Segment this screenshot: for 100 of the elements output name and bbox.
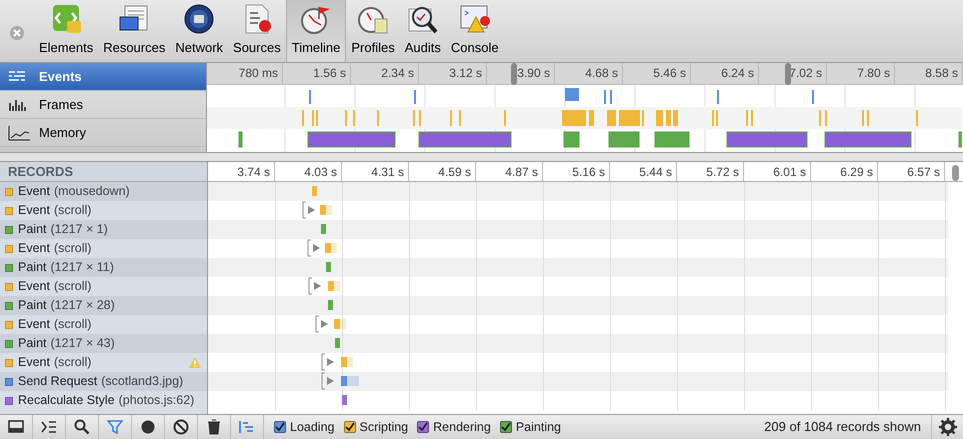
panel-tab[interactable]: Timeline: [286, 0, 346, 62]
trash-icon: [206, 419, 222, 435]
record-detail: (mousedown): [54, 183, 130, 200]
record-detail: (scroll): [54, 316, 92, 334]
globe-icon: [182, 3, 216, 35]
record-name: Paint: [18, 221, 46, 238]
records-count: 209 of 1084 records shown: [764, 418, 921, 436]
ruler-label: 6.57 s: [878, 162, 945, 181]
checkmark-icon: [500, 422, 511, 432]
panel-tab[interactable]: Network: [170, 0, 228, 62]
ruler-label: 8.58 s: [895, 63, 963, 84]
record-bar: [335, 338, 340, 348]
record-detail: (1217 × 1): [50, 221, 108, 238]
ruler-label: 780 ms: [215, 63, 283, 84]
record-detail: (scotland3.jpg): [101, 373, 184, 390]
record-detail: (photos.js:62): [118, 392, 194, 410]
search-icon: [74, 419, 90, 435]
category-checkbox[interactable]: Scripting: [344, 418, 408, 436]
expand-arrow-icon[interactable]: [322, 354, 334, 370]
record-bar: [328, 281, 340, 291]
record-name: Event: [18, 183, 50, 200]
ruler-label: 3.74 s: [208, 162, 275, 181]
expand-arrow-icon[interactable]: [322, 372, 334, 390]
record-detail: (scroll): [54, 240, 92, 258]
glue-icon: [239, 419, 255, 435]
ruler-label: 4.03 s: [275, 162, 342, 181]
clear-icon: [173, 419, 189, 435]
record-icon: [140, 419, 156, 435]
panel-tab[interactable]: Console: [446, 0, 504, 62]
checkmark-icon: [275, 422, 285, 432]
overview-mode-item[interactable]: Memory: [0, 119, 206, 147]
records-heading: RECORDS: [0, 162, 207, 182]
panel-tab[interactable]: Resources: [98, 0, 170, 62]
record-detail: (1217 × 43): [50, 335, 115, 352]
expand-arrow-icon[interactable]: [308, 240, 320, 256]
panel-tab[interactable]: Profiles: [346, 0, 400, 62]
ruler-label: 4.87 s: [476, 162, 543, 181]
ruler-label: 4.68 s: [555, 63, 623, 84]
ruler-label: 6.01 s: [744, 162, 811, 181]
record-bar: [325, 243, 337, 253]
record-name: Event: [18, 202, 50, 220]
ruler-label: 5.72 s: [677, 162, 744, 181]
record-bar: [341, 376, 359, 386]
ruler-label: 3.12 s: [419, 63, 487, 84]
expand-arrow-icon[interactable]: [302, 202, 315, 218]
window-handle[interactable]: [785, 63, 791, 85]
checkmark-icon: [418, 422, 428, 432]
ruler-label: 5.46 s: [623, 63, 691, 84]
splitter-bar[interactable]: [0, 153, 963, 162]
record-name: Event: [18, 240, 50, 258]
category-checkbox[interactable]: Rendering: [417, 418, 491, 436]
record-detail: (scroll): [54, 354, 92, 372]
window-handle[interactable]: [511, 63, 517, 85]
panel-tab[interactable]: Sources: [228, 0, 286, 62]
record-name: Send Request: [18, 373, 98, 390]
checkmark-icon: [344, 422, 354, 432]
record-bar: [334, 319, 346, 329]
ruler-label: 7.80 s: [827, 63, 895, 84]
record-name: Paint: [18, 297, 46, 314]
ruler-label: 2.34 s: [351, 63, 419, 84]
panel-tab[interactable]: Audits: [400, 0, 446, 62]
record-name: Event: [18, 278, 50, 296]
record-bar: [342, 395, 347, 405]
ruler-label: 1.56 s: [283, 63, 351, 84]
expand-arrow-icon[interactable]: [316, 316, 328, 332]
record-name: Event: [18, 316, 50, 334]
filter-icon: [107, 419, 123, 435]
record-detail: (scroll): [54, 202, 92, 220]
record-bar: [321, 224, 326, 234]
ruler-label: 6.24 s: [691, 63, 759, 84]
record-name: Paint: [18, 335, 46, 352]
console-warning-icon: [458, 3, 492, 35]
record-detail: (1217 × 11): [50, 259, 114, 276]
settings-icon: [938, 418, 956, 436]
record-bar: [320, 205, 332, 215]
category-checkbox[interactable]: Loading: [274, 418, 334, 436]
record-detail: (1217 × 28): [50, 297, 115, 314]
record-name: Recalculate Style: [18, 392, 115, 410]
record-name: Paint: [18, 259, 46, 276]
expand-arrow-icon[interactable]: [308, 278, 321, 294]
ruler-label: 4.59 s: [409, 162, 476, 181]
record-bar: [312, 186, 317, 196]
console-prompt-icon: [41, 419, 57, 435]
scrollbar-thumb[interactable]: [952, 165, 959, 181]
overview-mode-item[interactable]: Frames: [0, 91, 206, 119]
ruler-label: 5.44 s: [610, 162, 677, 181]
category-checkbox[interactable]: Painting: [500, 418, 562, 436]
memory-icon: [8, 124, 31, 140]
record-bar: [341, 357, 353, 367]
overview-mode-item[interactable]: Events: [0, 63, 206, 91]
close-button[interactable]: [10, 26, 24, 40]
record-detail: (scroll): [54, 278, 92, 296]
record-bar: [326, 262, 331, 272]
ruler-label: 6.29 s: [811, 162, 878, 181]
dock-icon: [8, 419, 24, 435]
record-bar: [328, 300, 333, 310]
close-icon: [13, 29, 21, 37]
ruler-label: 5.16 s: [543, 162, 610, 181]
ruler-label: 4.31 s: [342, 162, 409, 181]
panel-tab[interactable]: Elements: [34, 0, 98, 62]
